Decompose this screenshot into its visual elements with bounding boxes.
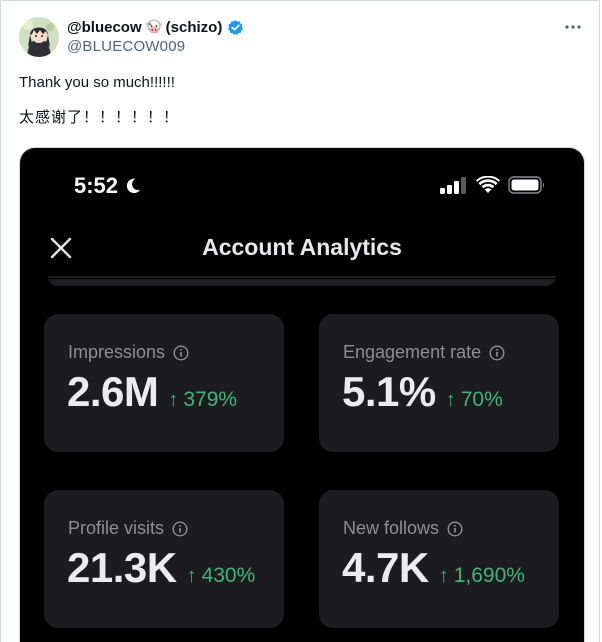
stat-value: 21.3K <box>67 544 177 591</box>
author-handle[interactable]: @BLUECOW009 <box>67 38 185 55</box>
stat-change-value: 1,690% <box>453 564 525 587</box>
stat-change: ↑ 379% <box>168 388 237 412</box>
more-horizontal-icon[interactable] <box>563 17 583 37</box>
moon-icon <box>126 178 141 194</box>
stat-change-value: 379% <box>183 388 238 411</box>
tweet-text-line-2: 太感谢了！！！！！！ <box>19 109 180 126</box>
stat-card-new-follows[interactable]: New follows 4.7K ↑ 1,690% <box>319 490 559 628</box>
info-icon[interactable] <box>447 520 463 537</box>
stat-change-value: 70% <box>460 388 503 411</box>
stat-card-profile-visits[interactable]: Profile visits 21.3K ↑ 430% <box>44 490 284 628</box>
stat-value: 5.1% <box>342 368 436 415</box>
status-bar-time-group: 5:52 <box>74 173 142 199</box>
arrow-up-icon: ↑ <box>445 389 456 411</box>
status-time: 5:52 <box>74 173 119 198</box>
stat-change: ↑ 430% <box>187 564 256 588</box>
status-bar-icons <box>440 176 546 194</box>
verified-badge-icon <box>227 19 244 36</box>
info-icon[interactable] <box>172 520 188 537</box>
stat-change: ↑ 1,690% <box>439 564 525 588</box>
stat-label-group: Impressions <box>68 342 189 363</box>
stat-value: 2.6M <box>67 368 159 415</box>
cow-face-icon <box>145 19 163 35</box>
stat-change: ↑ 70% <box>446 388 503 412</box>
stat-change-value: 430% <box>201 564 256 587</box>
info-icon[interactable] <box>173 344 189 361</box>
stat-value: 4.7K <box>342 544 429 591</box>
wifi-icon <box>476 176 500 193</box>
screen-title: Account Analytics <box>202 234 402 260</box>
display-name[interactable]: @bluecow <box>67 19 142 36</box>
arrow-up-icon: ↑ <box>438 565 449 587</box>
info-icon[interactable] <box>489 344 505 361</box>
tweet-text-line-1: Thank you so much!!!!!! <box>19 74 175 91</box>
stat-label: Engagement rate <box>343 342 482 362</box>
tweet-card[interactable]: @bluecow (schizo) @BLUECOW009 Thank you … <box>0 0 600 642</box>
stat-card-engagement-rate[interactable]: Engagement rate 5.1% ↑ 70% <box>319 314 559 452</box>
author-name-row[interactable]: @bluecow (schizo) <box>67 17 244 37</box>
attached-screenshot[interactable]: 5:52 Account Analytics Impressions 2.6M … <box>19 147 585 642</box>
stat-label: Impressions <box>68 342 166 362</box>
stat-value-row: 4.7K ↑ 1,690% <box>342 544 525 592</box>
display-name-suffix[interactable]: (schizo) <box>166 19 223 36</box>
stat-label-group: New follows <box>343 518 463 539</box>
anime-avatar-icon[interactable] <box>19 17 59 57</box>
signal-icon <box>440 177 466 194</box>
stat-label-group: Profile visits <box>68 518 188 539</box>
arrow-up-icon: ↑ <box>168 389 179 411</box>
stat-card-impressions[interactable]: Impressions 2.6M ↑ 379% <box>44 314 284 452</box>
battery-icon <box>508 176 544 194</box>
stat-value-row: 5.1% ↑ 70% <box>342 368 503 416</box>
stat-label: New follows <box>343 518 440 538</box>
stat-value-row: 2.6M ↑ 379% <box>67 368 237 416</box>
stat-value-row: 21.3K ↑ 430% <box>67 544 255 592</box>
arrow-up-icon: ↑ <box>186 565 197 587</box>
header-bottom-line <box>20 278 584 279</box>
stat-label-group: Engagement rate <box>343 342 505 363</box>
stat-label: Profile visits <box>68 518 165 538</box>
